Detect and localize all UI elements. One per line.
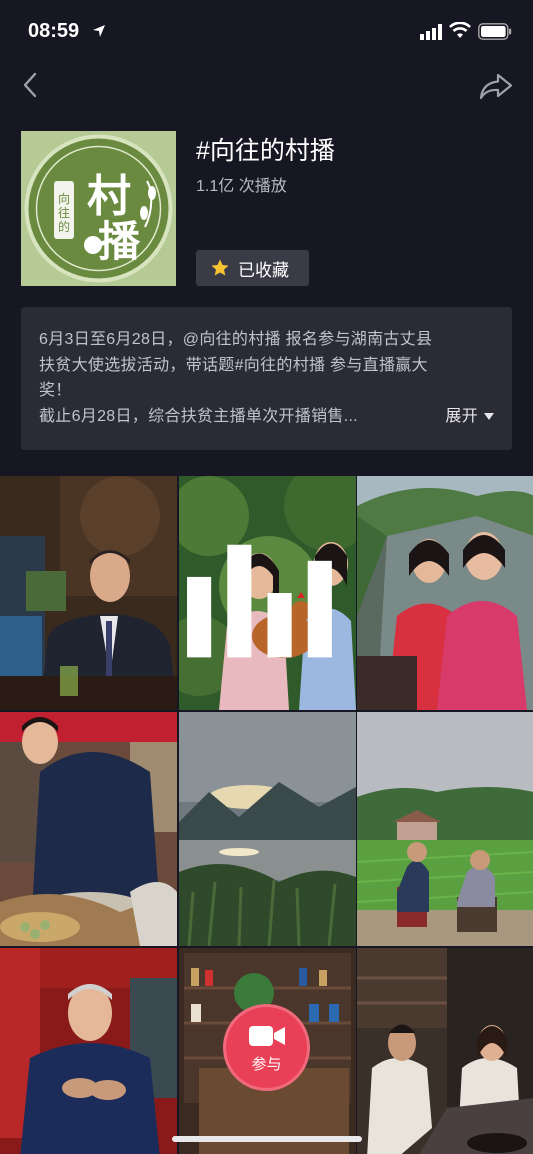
home-indicator [172, 1136, 362, 1142]
description-last-row: 截止6月28日，综合扶贫主播单次开播销售... 展开 [39, 404, 494, 430]
battery-icon [478, 23, 512, 40]
share-icon[interactable] [478, 72, 514, 100]
video-thumbnail-image [0, 712, 177, 946]
svg-text:的: 的 [58, 219, 70, 234]
video-thumbnail[interactable] [357, 948, 533, 1154]
video-thumbnail-image [357, 948, 533, 1154]
svg-text:向: 向 [58, 191, 70, 206]
status-bar: 08:59 [0, 0, 533, 62]
svg-text:村: 村 [87, 171, 131, 222]
join-button[interactable]: 参与 [223, 1004, 310, 1091]
expand-label: 展开 [445, 407, 478, 425]
description-line: 扶贫大使选拔活动，带话题#向往的村播 参与直播赢大 [39, 356, 428, 374]
topic-logo-icon: 向 往 的 村 播 [21, 131, 176, 286]
video-thumbnail[interactable] [357, 476, 533, 710]
video-thumbnail-image [357, 712, 533, 946]
video-thumbnail[interactable] [178, 476, 356, 710]
svg-text:播: 播 [98, 217, 141, 266]
join-label: 参与 [251, 1056, 282, 1073]
video-camera-icon [248, 1026, 285, 1046]
star-icon [211, 259, 229, 276]
favorite-button[interactable]: 已收藏 [196, 250, 309, 286]
svg-text:往: 往 [58, 205, 70, 220]
location-arrow-icon [93, 25, 105, 37]
video-thumbnail[interactable] [0, 476, 177, 710]
video-thumbnail[interactable] [0, 712, 177, 946]
video-thumbnail[interactable] [178, 712, 356, 946]
video-thumbnail-image [0, 476, 177, 710]
description-line: 奖！ [39, 382, 72, 399]
topic-title: #向往的村播 [196, 137, 335, 165]
description-line: 截止6月28日，综合扶贫主播单次开播销售... [39, 407, 358, 425]
status-time: 08:59 [28, 20, 80, 42]
video-thumbnail-image [0, 948, 177, 1154]
topic-description: 6月3日至6月28日，@向往的村播 报名参与湖南古丈县 扶贫大使选拔活动，带话题… [21, 307, 512, 450]
video-thumbnail[interactable] [0, 948, 177, 1154]
video-thumbnail-image [178, 712, 356, 946]
expand-button[interactable]: 展开 [445, 404, 494, 430]
live-bars-icon [186, 544, 332, 658]
wifi-icon [449, 22, 471, 38]
video-thumbnail-image [357, 476, 533, 710]
cellular-signal-icon [420, 24, 442, 40]
video-thumbnail[interactable] [357, 712, 533, 946]
back-icon[interactable] [18, 70, 44, 100]
description-line: 6月3日至6月28日，@向往的村播 报名参与湖南古丈县 [39, 331, 433, 348]
chevron-down-icon [484, 412, 494, 420]
favorite-label: 已收藏 [238, 260, 289, 280]
play-count: 1.1亿 次播放 [196, 178, 287, 195]
topic-cover-image: 向 往 的 村 播 [21, 131, 176, 286]
